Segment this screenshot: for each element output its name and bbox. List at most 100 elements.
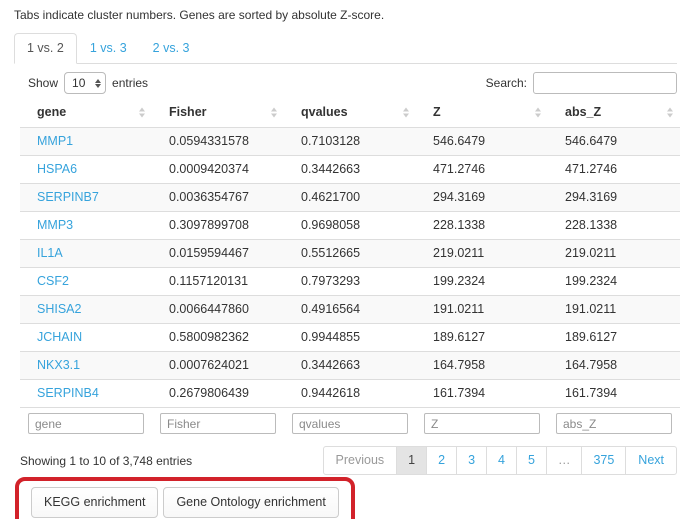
red-annotation-box: KEGG enrichment Gene Ontology enrichment xyxy=(15,477,355,519)
tab-1-vs-2[interactable]: 1 vs. 2 xyxy=(14,33,77,64)
table-row: SERPINB4 0.2679806439 0.9442618 161.7394 161… xyxy=(20,379,680,408)
value-cell: 0.0007624021 xyxy=(152,351,284,380)
sort-both-icon xyxy=(535,107,541,117)
value-cell: 294.3169 xyxy=(416,183,548,212)
table-row: IL1A 0.0159594467 0.5512665 219.0211 219.021… xyxy=(20,239,680,268)
gene-cell: MMP1 xyxy=(20,127,152,156)
table-row: CSF2 0.1157120131 0.7973293 199.2324 199.232… xyxy=(20,267,680,296)
filter-cell xyxy=(284,407,416,443)
value-cell: 0.7103128 xyxy=(284,127,416,156)
pagination-page-375[interactable]: 375 xyxy=(581,446,627,475)
value-cell: 0.5800982362 xyxy=(152,323,284,352)
column-filter-input-qvalues[interactable] xyxy=(292,413,408,434)
value-cell: 0.9698058 xyxy=(284,211,416,240)
column-header-qvalues[interactable]: qvalues xyxy=(284,98,416,128)
table-body: MMP1 0.0594331578 0.7103128 546.6479 546.647… xyxy=(20,127,680,408)
pagination-page-4[interactable]: 4 xyxy=(486,446,517,475)
pagination: Previous 1 2 3 4 5… 375 Next xyxy=(322,446,677,475)
entries-select-value: 10 xyxy=(72,76,86,90)
gene-cell: SHISA2 xyxy=(20,295,152,324)
value-cell: 0.0066447860 xyxy=(152,295,284,324)
gene-cell: MMP3 xyxy=(20,211,152,240)
value-cell: 191.0211 xyxy=(548,295,680,324)
table-row: MMP1 0.0594331578 0.7103128 546.6479 546.647… xyxy=(20,127,680,156)
table-controls: Show 10 entries Search: xyxy=(28,72,677,94)
value-cell: 0.4621700 xyxy=(284,183,416,212)
tab-1-vs-3[interactable]: 1 vs. 3 xyxy=(77,33,140,64)
value-cell: 0.3442663 xyxy=(284,351,416,380)
table-header-row: gene Fisher qvalues Zabs_Z xyxy=(20,98,680,128)
kegg-enrichment-button[interactable]: KEGG enrichment xyxy=(31,487,159,518)
search-label: Search: xyxy=(485,76,527,90)
value-cell: 0.0594331578 xyxy=(152,127,284,156)
column-filter-input-fisher[interactable] xyxy=(160,413,276,434)
pagination-ellipsis[interactable]: … xyxy=(545,446,583,475)
value-cell: 471.2746 xyxy=(416,155,548,184)
gene-link[interactable]: CSF2 xyxy=(37,274,69,288)
gene-link[interactable]: SHISA2 xyxy=(37,302,81,316)
value-cell: 161.7394 xyxy=(548,379,680,408)
pagination-previous[interactable]: Previous xyxy=(322,446,398,475)
column-filter-input-abs_z[interactable] xyxy=(556,413,672,434)
gene-link[interactable]: HSPA6 xyxy=(37,162,77,176)
gene-link[interactable]: SERPINB4 xyxy=(37,386,99,400)
gene-link[interactable]: MMP3 xyxy=(37,218,73,232)
sort-both-icon xyxy=(139,107,145,117)
table-row: JCHAIN 0.5800982362 0.9944855 189.6127 189.6… xyxy=(20,323,680,352)
value-cell: 0.9442618 xyxy=(284,379,416,408)
value-cell: 228.1338 xyxy=(416,211,548,240)
value-cell: 189.6127 xyxy=(548,323,680,352)
value-cell: 0.3097899708 xyxy=(152,211,284,240)
pagination-next[interactable]: Next xyxy=(625,446,677,475)
value-cell: 161.7394 xyxy=(416,379,548,408)
pagination-page-5[interactable]: 5 xyxy=(515,446,547,475)
gene-cell: HSPA6 xyxy=(20,155,152,184)
sort-both-icon xyxy=(403,107,409,117)
value-cell: 0.0159594467 xyxy=(152,239,284,268)
column-filter-input-z[interactable] xyxy=(424,413,540,434)
gene-cell: JCHAIN xyxy=(20,323,152,352)
gene-link[interactable]: SERPINB7 xyxy=(37,190,99,204)
sort-both-icon xyxy=(667,107,673,117)
pagination-page-3[interactable]: 3 xyxy=(456,446,488,475)
value-cell: 471.2746 xyxy=(548,155,680,184)
value-cell: 228.1338 xyxy=(548,211,680,240)
value-cell: 294.3169 xyxy=(548,183,680,212)
gene-cell: NKX3.1 xyxy=(20,351,152,380)
filter-cell xyxy=(548,407,680,443)
column-header-fisher[interactable]: Fisher xyxy=(152,98,284,128)
value-cell: 0.3442663 xyxy=(284,155,416,184)
filter-cell xyxy=(20,407,152,443)
value-cell: 0.7973293 xyxy=(284,267,416,296)
column-header-abs_z[interactable]: abs_Z xyxy=(548,98,680,128)
table-row: HSPA6 0.0009420374 0.3442663 471.2746 471.27… xyxy=(20,155,680,184)
gene-cell: CSF2 xyxy=(20,267,152,296)
pagination-page-2[interactable]: 2 xyxy=(426,446,458,475)
column-filter-input-gene[interactable] xyxy=(28,413,144,434)
table-row: NKX3.1 0.0007624021 0.3442663 164.7958 164.7… xyxy=(20,351,680,380)
gene-link[interactable]: JCHAIN xyxy=(37,330,82,344)
value-cell: 0.5512665 xyxy=(284,239,416,268)
value-cell: 0.2679806439 xyxy=(152,379,284,408)
value-cell: 164.7958 xyxy=(416,351,548,380)
value-cell: 199.2324 xyxy=(416,267,548,296)
gene-link[interactable]: IL1A xyxy=(37,246,63,260)
length-control: Show 10 entries xyxy=(28,72,148,94)
entries-info: Showing 1 to 10 of 3,748 entries xyxy=(20,453,193,468)
search-input[interactable] xyxy=(533,72,677,94)
entries-select[interactable]: 10 xyxy=(64,72,107,94)
column-header-z[interactable]: Z xyxy=(416,98,548,128)
gene-link[interactable]: NKX3.1 xyxy=(37,358,80,372)
value-cell: 0.4916564 xyxy=(284,295,416,324)
value-cell: 189.6127 xyxy=(416,323,548,352)
pagination-page-1[interactable]: 1 xyxy=(396,446,428,475)
cluster-genes-panel: Tabs indicate cluster numbers. Genes are… xyxy=(0,8,688,519)
gene-ontology-enrichment-button[interactable]: Gene Ontology enrichment xyxy=(163,487,339,518)
cluster-tabs: 1 vs. 21 vs. 32 vs. 3 xyxy=(14,33,677,64)
column-header-gene[interactable]: gene xyxy=(20,98,152,128)
tab-2-vs-3[interactable]: 2 vs. 3 xyxy=(140,33,203,64)
value-cell: 199.2324 xyxy=(548,267,680,296)
gene-cell: IL1A xyxy=(20,239,152,268)
value-cell: 546.6479 xyxy=(548,127,680,156)
gene-link[interactable]: MMP1 xyxy=(37,134,73,148)
